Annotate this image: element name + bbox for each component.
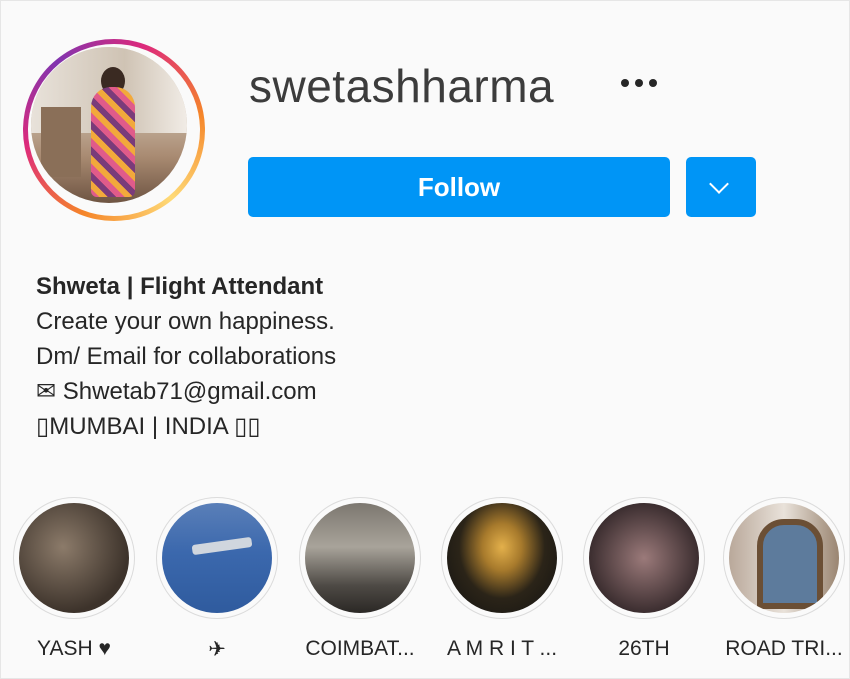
story-label: ✈ [208, 638, 226, 661]
profile-bio: Shweta | Flight Attendant Create your ow… [36, 269, 336, 444]
bio-location: ▯MUMBAI | INDIA ▯▯ [36, 413, 261, 440]
story-label: A M R I T ... [446, 637, 558, 660]
story-highlight[interactable]: A M R I T ... [441, 497, 563, 661]
story-highlight[interactable]: ✈ [156, 497, 278, 662]
story-thumbnail [19, 503, 129, 613]
profile-avatar[interactable] [23, 39, 205, 221]
story-highlight[interactable]: ROAD TRI... [723, 497, 845, 661]
story-label: ROAD TRI... [725, 637, 843, 660]
story-thumbnail [589, 503, 699, 613]
story-thumbnail [729, 503, 839, 613]
chevron-down-icon [709, 174, 729, 194]
suggested-dropdown-button[interactable] [686, 157, 756, 217]
story-ring [13, 497, 135, 619]
profile-username: swetashharma [249, 60, 555, 112]
bio-line: Dm/ Email for collaborations [36, 343, 337, 370]
bio-full-name: Shweta | Flight Attendant [36, 273, 324, 300]
story-thumbnail [305, 503, 415, 613]
story-ring [156, 497, 278, 619]
story-label: COIMBAT... [305, 637, 415, 660]
story-ring [723, 497, 845, 619]
bio-line: Create your own happiness. [36, 308, 335, 335]
story-thumbnail [162, 503, 272, 613]
story-thumbnail [447, 503, 557, 613]
avatar-image [31, 47, 187, 203]
story-ring [583, 497, 705, 619]
bio-email: ✉ Shwetab71@gmail.com [36, 378, 317, 405]
story-highlight[interactable]: 26TH [583, 497, 705, 661]
profile-header: swetashharma Follow Shweta | Flight Atte… [0, 0, 850, 679]
story-ring [299, 497, 421, 619]
story-highlight[interactable]: COIMBAT... [299, 497, 421, 661]
more-options-icon[interactable] [621, 61, 663, 95]
story-label: YASH ♥ [37, 637, 111, 660]
story-highlight[interactable]: YASH ♥ [13, 497, 135, 661]
story-label: 26TH [618, 637, 670, 660]
follow-button[interactable]: Follow [248, 157, 670, 217]
story-ring [441, 497, 563, 619]
